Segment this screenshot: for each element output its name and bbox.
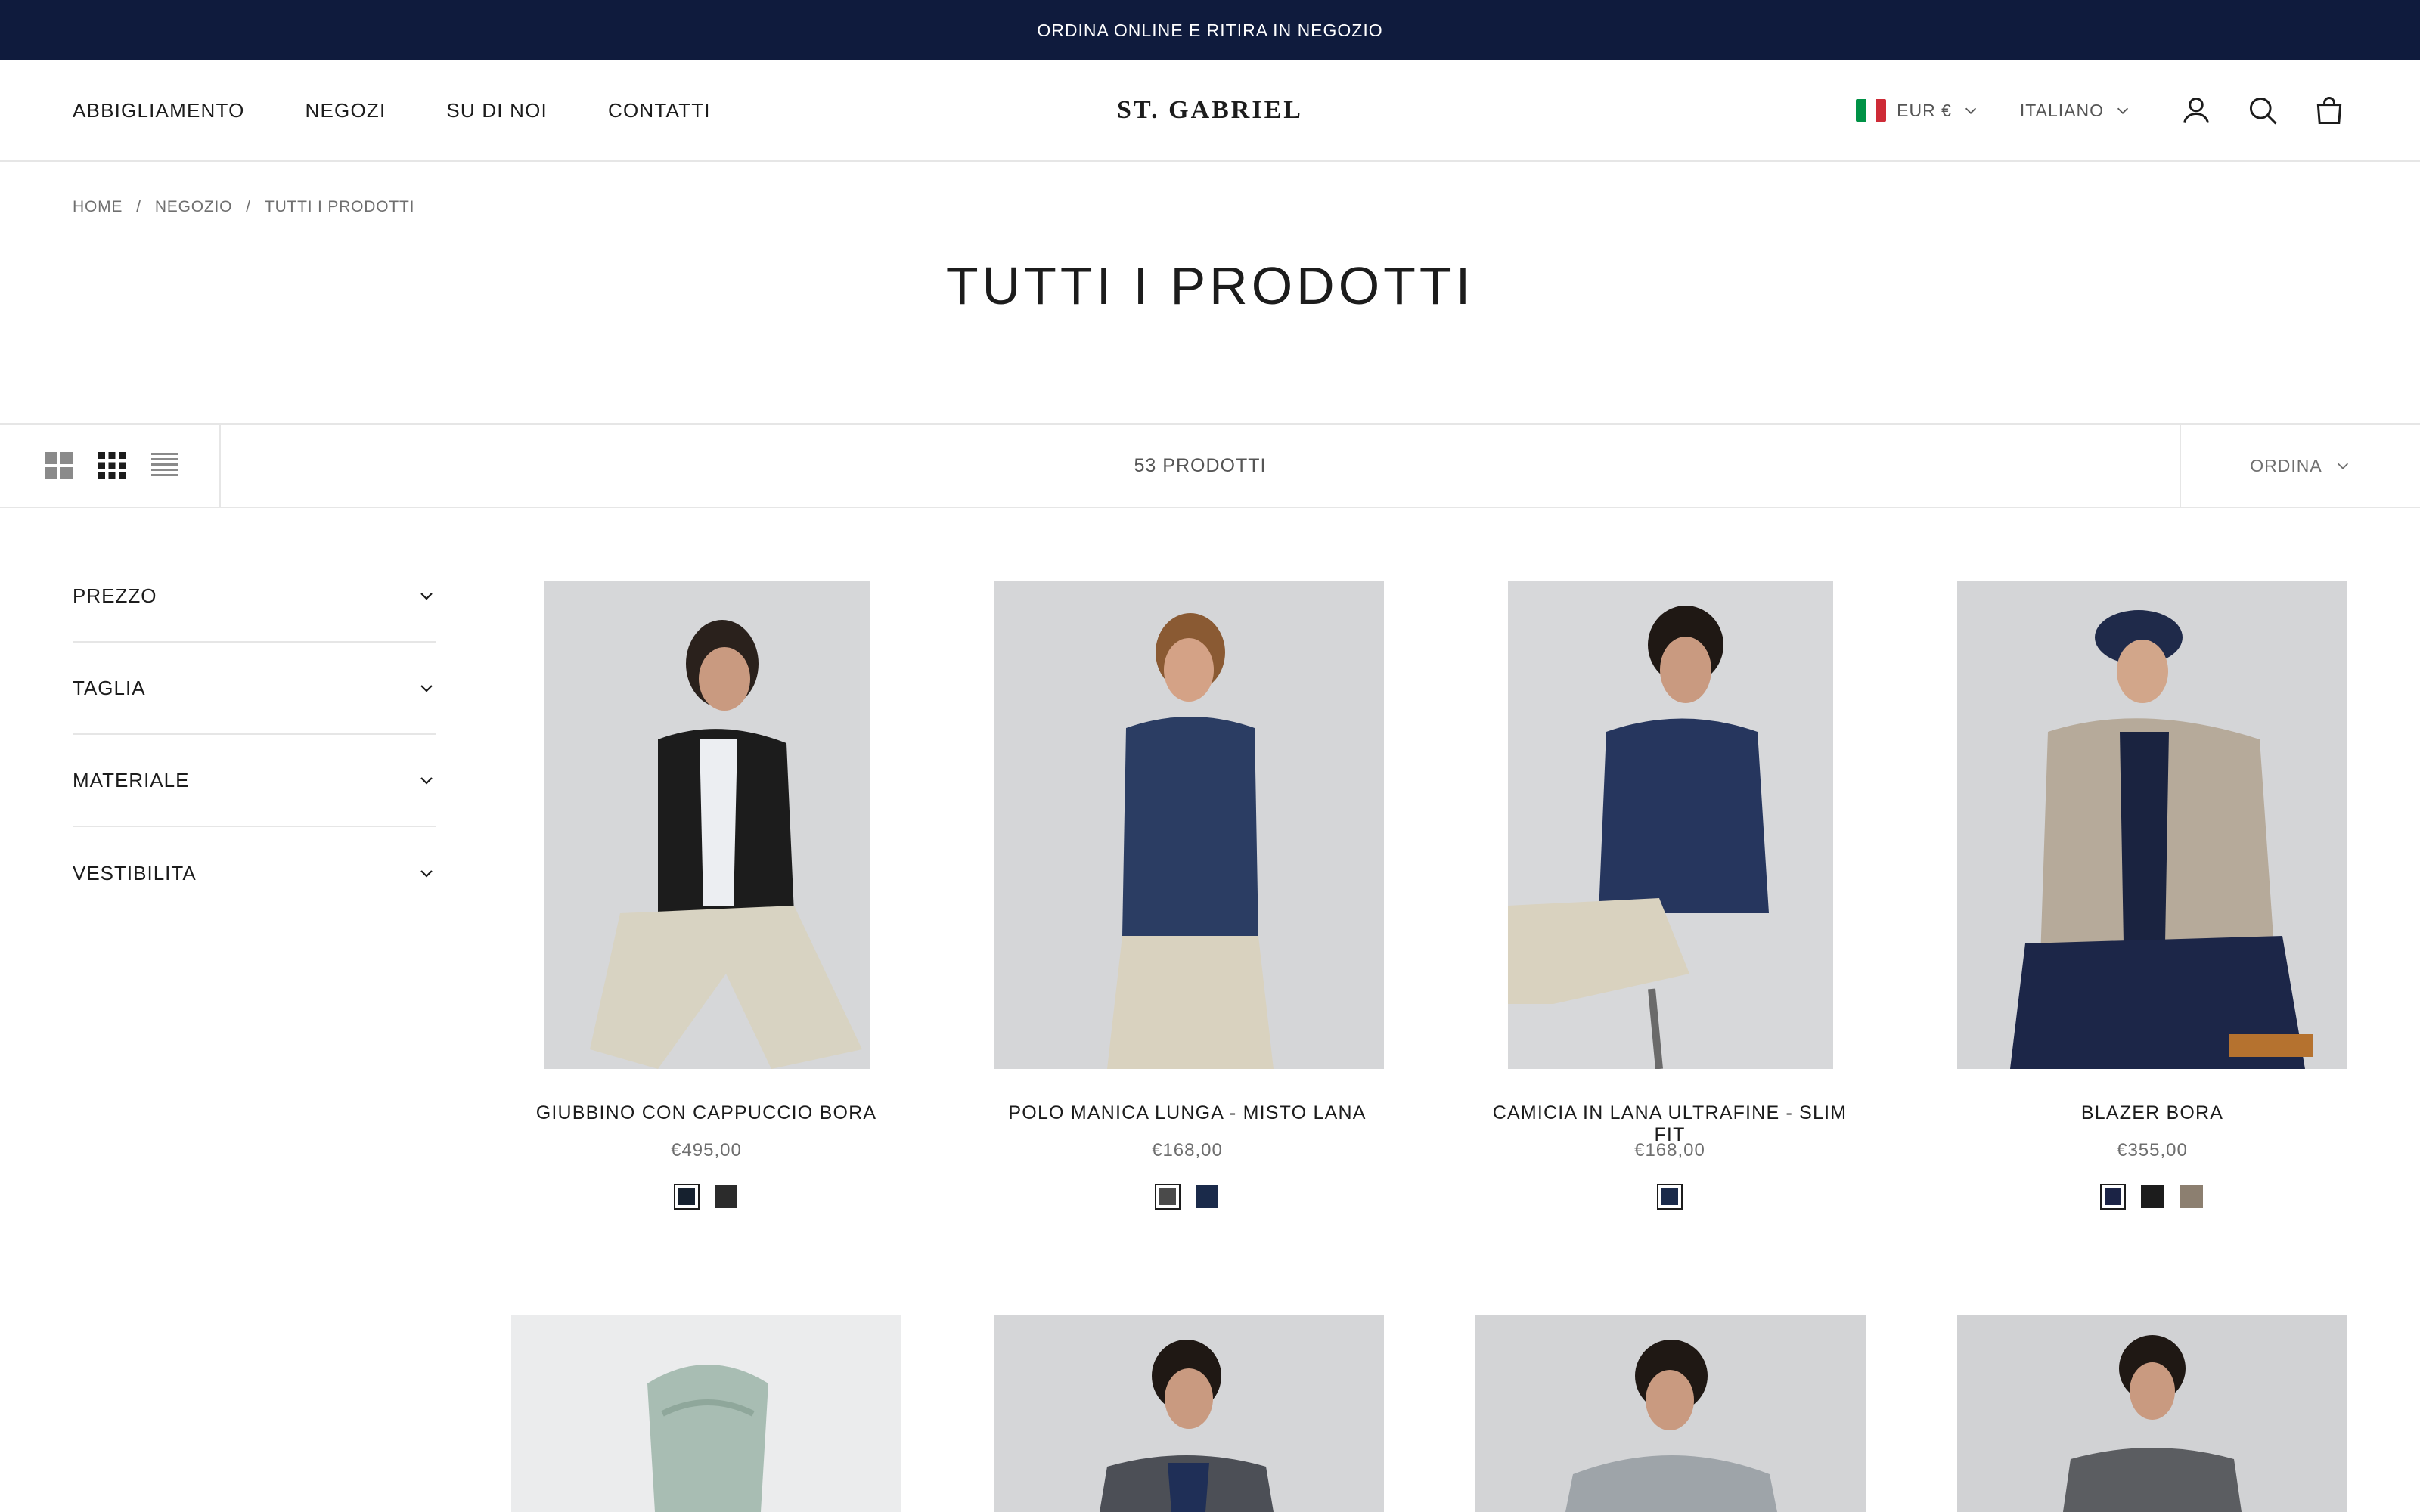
announcement-text: ORDINA ONLINE E RITIRA IN NEGOZIO xyxy=(1037,20,1383,40)
cart-button[interactable] xyxy=(2311,92,2347,129)
nav-item-abbigliamento[interactable]: ABBIGLIAMENTO xyxy=(73,99,245,122)
color-swatch[interactable] xyxy=(2179,1184,2204,1210)
chevron-down-icon xyxy=(420,593,433,600)
header-actions: EUR € ITALIANO xyxy=(1856,92,2347,129)
chevron-down-icon xyxy=(420,870,433,878)
color-swatch[interactable] xyxy=(1657,1184,1683,1210)
breadcrumb-current: TUTTI I PRODOTTI xyxy=(264,198,415,215)
product-card[interactable] xyxy=(511,1315,901,1512)
announcement-bar: ORDINA ONLINE E RITIRA IN NEGOZIO xyxy=(0,0,2420,60)
color-swatch[interactable] xyxy=(674,1184,700,1210)
product-price: €495,00 xyxy=(671,1140,742,1160)
product-price: €168,00 xyxy=(1152,1140,1223,1160)
main-nav: ABBIGLIAMENTO NEGOZI SU DI NOI CONTATTI xyxy=(73,99,711,122)
chevron-down-icon xyxy=(420,777,433,785)
product-card[interactable]: CAMICIA IN LANA ULTRAFINE - SLIM FIT €16… xyxy=(1475,581,1865,1231)
product-photo-shirt xyxy=(1508,581,1833,1069)
product-image[interactable] xyxy=(511,1315,901,1512)
account-button[interactable] xyxy=(2178,92,2214,129)
list-icon[interactable] xyxy=(150,451,180,481)
product-photo-vest xyxy=(994,1315,1384,1512)
product-card[interactable] xyxy=(994,1315,1384,1512)
color-swatch[interactable] xyxy=(1155,1184,1181,1210)
sort-label: ORDINA xyxy=(2250,455,2322,476)
brand-logo[interactable]: ST. GABRIEL xyxy=(1117,96,1303,125)
product-price: €355,00 xyxy=(2117,1140,2188,1160)
color-swatch[interactable] xyxy=(713,1184,739,1210)
nav-item-su-di-noi[interactable]: SU DI NOI xyxy=(446,99,548,122)
product-photo-jacket xyxy=(544,581,870,1069)
color-swatch[interactable] xyxy=(2139,1184,2165,1210)
product-card[interactable]: BLAZER BORA €355,00 xyxy=(1957,581,2347,1231)
product-count: 53 PRODOTTI xyxy=(1134,454,1267,476)
product-image[interactable] xyxy=(544,581,870,1069)
filter-sidebar: PREZZO TAGLIA MATERIALE VESTIBILITA xyxy=(73,550,436,919)
chevron-down-icon xyxy=(2117,107,2129,114)
filter-label: VESTIBILITA xyxy=(73,861,197,885)
filter-label: TAGLIA xyxy=(73,676,146,699)
italy-flag-icon xyxy=(1856,99,1887,122)
breadcrumb: HOME / NEGOZIO / TUTTI I PRODOTTI xyxy=(0,162,2420,216)
currency-selector[interactable]: EUR € xyxy=(1856,99,1979,122)
filter-label: PREZZO xyxy=(73,584,157,607)
product-photo-blazer xyxy=(1957,581,2347,1069)
filter-prezzo[interactable]: PREZZO xyxy=(73,550,436,643)
product-image[interactable] xyxy=(994,1315,1384,1512)
product-card[interactable]: GIUBBINO CON CAPPUCCIO BORA €495,00 xyxy=(511,581,901,1231)
filter-vestibilita[interactable]: VESTIBILITA xyxy=(73,827,436,919)
color-swatches xyxy=(1475,1184,1865,1210)
sort-dropdown[interactable]: ORDINA xyxy=(2180,425,2420,507)
grid-large-icon[interactable] xyxy=(44,451,74,481)
chevron-down-icon xyxy=(1965,107,1976,114)
product-card[interactable] xyxy=(1475,1315,1866,1512)
view-switcher xyxy=(0,425,221,507)
page-title: TUTTI I PRODOTTI xyxy=(945,256,1475,315)
color-swatches xyxy=(1957,1184,2347,1210)
product-card[interactable] xyxy=(1957,1315,2347,1512)
filter-taglia[interactable]: TAGLIA xyxy=(73,643,436,735)
breadcrumb-home[interactable]: HOME xyxy=(73,198,123,216)
account-icon xyxy=(2183,97,2210,123)
search-icon xyxy=(2249,97,2277,125)
collection-toolbar: 53 PRODOTTI ORDINA xyxy=(0,423,2420,508)
breadcrumb-negozio[interactable]: NEGOZIO xyxy=(155,198,232,216)
language-label: ITALIANO xyxy=(2019,100,2104,120)
nav-item-contatti[interactable]: CONTATTI xyxy=(608,99,711,122)
color-swatches xyxy=(992,1184,1382,1210)
grid-small-icon[interactable] xyxy=(97,451,127,481)
product-card[interactable]: POLO MANICA LUNGA - MISTO LANA €168,00 xyxy=(992,581,1384,1231)
cart-icon xyxy=(2316,97,2342,124)
product-photo-hoodie xyxy=(1475,1315,1866,1512)
product-name[interactable]: BLAZER BORA xyxy=(1957,1102,2347,1124)
color-swatch[interactable] xyxy=(1194,1184,1220,1210)
product-name[interactable]: GIUBBINO CON CAPPUCCIO BORA xyxy=(511,1102,901,1124)
search-button[interactable] xyxy=(2245,92,2281,129)
site-header: ABBIGLIAMENTO NEGOZI SU DI NOI CONTATTI … xyxy=(0,60,2420,162)
product-image[interactable] xyxy=(994,581,1384,1069)
product-price: €168,00 xyxy=(1634,1140,1705,1160)
product-image[interactable] xyxy=(1957,581,2347,1069)
chevron-down-icon xyxy=(2337,463,2348,469)
currency-label: EUR € xyxy=(1897,100,1952,120)
color-swatches xyxy=(511,1184,901,1210)
product-photo-polo-grey xyxy=(1957,1315,2347,1512)
nav-item-negozi[interactable]: NEGOZI xyxy=(306,99,386,122)
breadcrumb-separator: / xyxy=(136,198,141,215)
breadcrumb-separator: / xyxy=(246,198,251,215)
product-image[interactable] xyxy=(1957,1315,2347,1512)
filter-label: MATERIALE xyxy=(73,768,190,792)
language-selector[interactable]: ITALIANO xyxy=(2020,101,2131,121)
product-photo-polo xyxy=(994,581,1384,1069)
color-swatch[interactable] xyxy=(2100,1184,2126,1210)
filter-materiale[interactable]: MATERIALE xyxy=(73,735,436,827)
product-photo-scarf xyxy=(511,1315,901,1512)
chevron-down-icon xyxy=(420,685,433,692)
product-image[interactable] xyxy=(1475,1315,1866,1512)
product-image[interactable] xyxy=(1508,581,1833,1069)
product-name[interactable]: POLO MANICA LUNGA - MISTO LANA xyxy=(992,1102,1382,1124)
